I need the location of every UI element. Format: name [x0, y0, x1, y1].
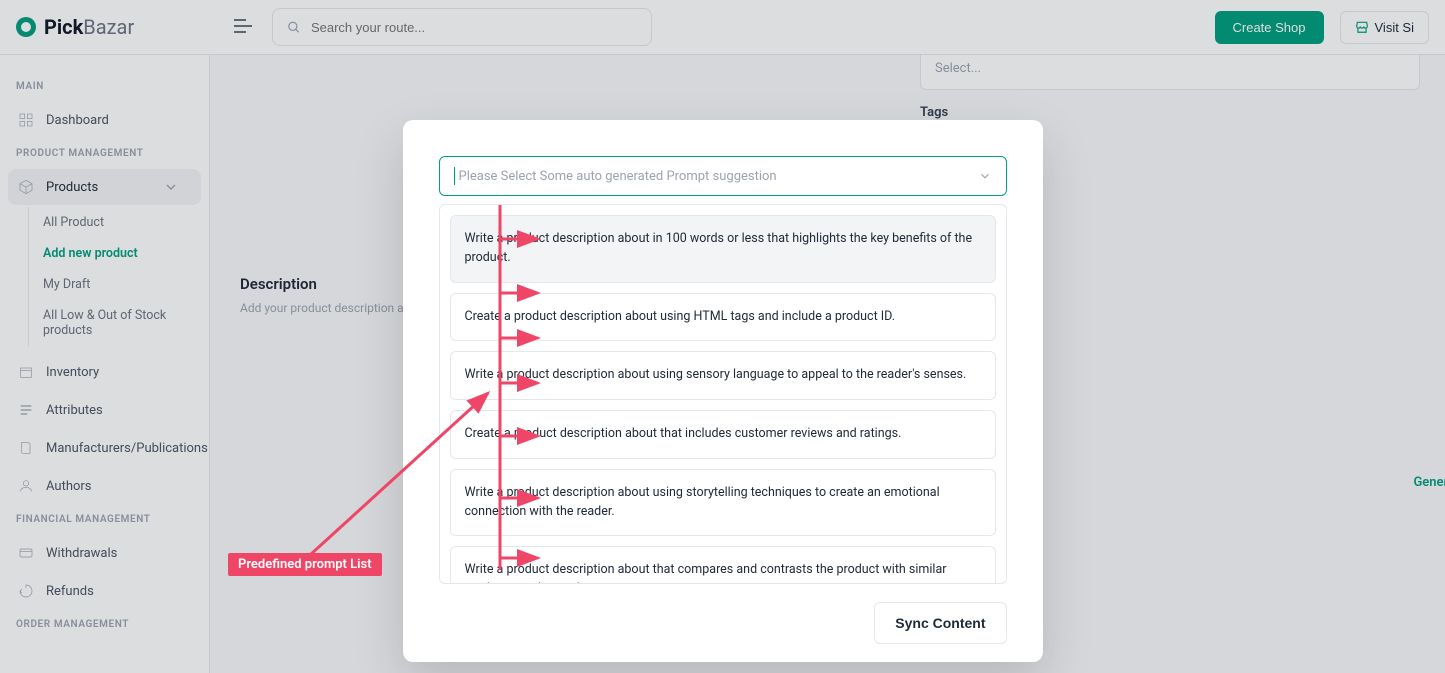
prompt-option[interactable]: Create a product description about using… — [450, 293, 996, 342]
text-cursor — [454, 167, 455, 185]
prompt-option[interactable]: Create a product description about that … — [450, 410, 996, 459]
prompt-dropdown[interactable]: Write a product description about in 100… — [439, 204, 1007, 584]
annotation-label: Predefined prompt List — [228, 553, 382, 576]
prompt-select-placeholder: Please Select Some auto generated Prompt… — [459, 169, 777, 184]
prompt-modal: Please Select Some auto generated Prompt… — [403, 120, 1043, 662]
prompt-option[interactable]: Write a product description about using … — [450, 351, 996, 400]
prompt-option[interactable]: Write a product description about in 100… — [450, 215, 996, 283]
chevron-down-icon — [978, 169, 992, 183]
prompt-select-input[interactable]: Please Select Some auto generated Prompt… — [439, 156, 1007, 196]
prompt-option[interactable]: Write a product description about using … — [450, 469, 996, 537]
prompt-option[interactable]: Write a product description about that c… — [450, 546, 996, 584]
sync-content-button[interactable]: Sync Content — [874, 602, 1006, 644]
